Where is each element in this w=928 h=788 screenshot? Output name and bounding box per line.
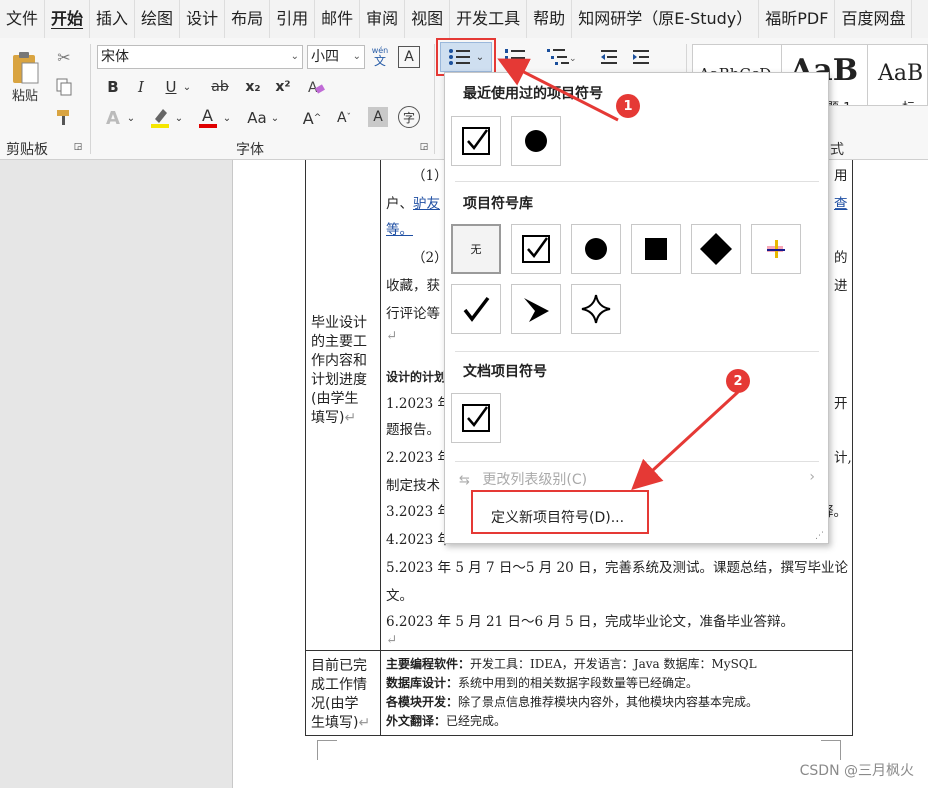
arrow-to-define-new bbox=[631, 390, 740, 491]
annotation-arrows bbox=[497, 58, 740, 491]
step-badge-2: 2 bbox=[726, 369, 750, 393]
watermark: CSDN @三月枫火 bbox=[799, 763, 914, 779]
arrow-to-bullets bbox=[497, 58, 619, 122]
step-badge-1: 1 bbox=[616, 94, 640, 118]
